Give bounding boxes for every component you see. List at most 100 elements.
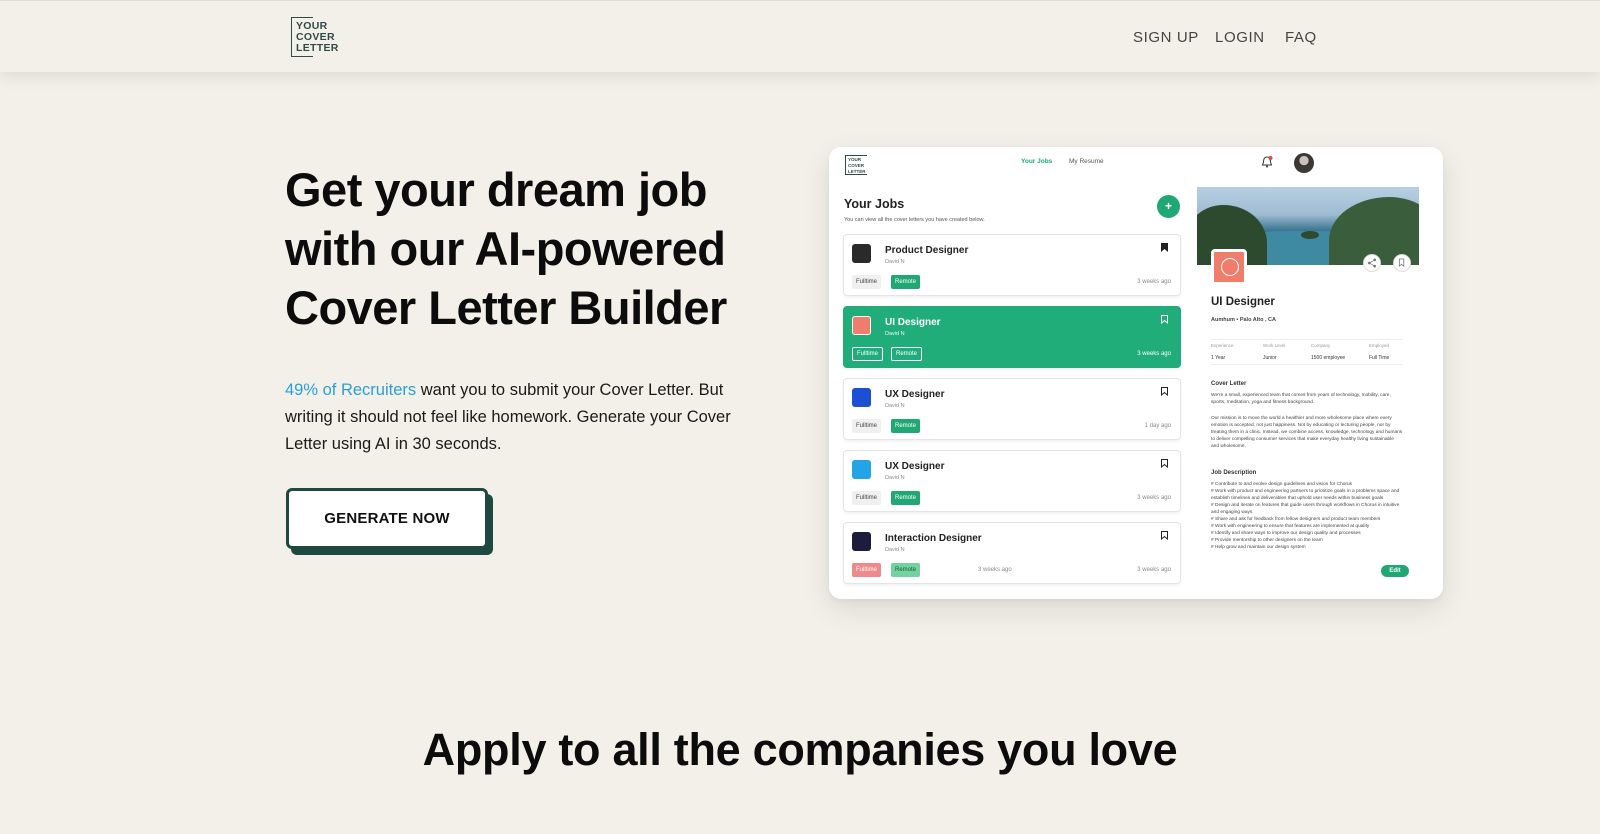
job-owner: David N — [885, 403, 905, 409]
tab-my-resume[interactable]: My Resume — [1069, 158, 1104, 166]
stat-label: Experience — [1211, 343, 1234, 348]
job-owner: David N — [885, 475, 905, 481]
job-time: 3 weeks ago — [1137, 495, 1171, 501]
stat-experience: Experience 1 Year — [1211, 343, 1234, 362]
nav-login-link[interactable]: LOGIN — [1215, 29, 1265, 47]
stat-label: Company — [1311, 343, 1331, 348]
mockup-logo-line-2: COVER — [848, 163, 865, 168]
job-title: UI Designer — [885, 317, 941, 328]
stat-employed: Employed Full Time — [1369, 343, 1389, 362]
job-card[interactable]: UX Designer David N Fulltime Remote 3 we… — [843, 450, 1181, 512]
job-description-line: # Help grow and maintain our design syst… — [1211, 545, 1306, 550]
job-title: Product Designer — [885, 245, 969, 256]
job-description-line: # Provide mentorship to other designers … — [1211, 538, 1323, 543]
your-jobs-heading: Your Jobs — [844, 197, 905, 211]
job-description-line: # Share and ask for feedback from fellow… — [1211, 517, 1381, 522]
job-description-line: # Identify and share ways to improve our… — [1211, 531, 1361, 536]
hero-title: Get your dream job with our AI-powered C… — [285, 163, 727, 334]
cover-letter-paragraph-1: We're a small, experienced team that com… — [1211, 393, 1391, 405]
stat-company: Company 1500 employee — [1311, 343, 1345, 362]
job-description-heading: Job Description — [1211, 470, 1257, 476]
bookmark-icon[interactable] — [1393, 254, 1411, 272]
tag-remote: Remote — [891, 419, 921, 433]
job-owner: David N — [885, 331, 905, 337]
stat-label: Employed — [1369, 343, 1390, 348]
mockup-logo-line-3: LETTER — [848, 169, 866, 174]
company-logo-icon — [1211, 249, 1247, 285]
banner-island — [1301, 231, 1319, 239]
section-title: Apply to all the companies you love — [422, 724, 1178, 775]
tag-remote: Remote — [891, 275, 921, 289]
your-jobs-subheading: You can view all the cover letters you h… — [844, 217, 985, 223]
add-job-button[interactable]: + — [1157, 195, 1180, 218]
share-icon[interactable] — [1363, 254, 1381, 272]
tag-remote: Remote — [891, 491, 921, 505]
generate-now-button[interactable]: GENERATE NOW — [286, 488, 488, 549]
edit-button[interactable]: Edit — [1381, 565, 1409, 577]
logo-line-2: COVER — [296, 31, 335, 43]
job-time-secondary: 3 weeks ago — [978, 567, 1012, 573]
job-time: 1 day ago — [1144, 423, 1171, 429]
nav-signup-label[interactable]: SIGN UP — [1133, 29, 1199, 46]
job-time: 3 weeks ago — [1137, 279, 1171, 285]
stat-work-level: Work Level Junior — [1263, 343, 1285, 362]
company-logo-icon — [852, 460, 871, 479]
tag-remote: Remote — [891, 347, 923, 361]
logo-line-3: LETTER — [296, 42, 339, 54]
stat-label: Work Level — [1263, 343, 1286, 348]
logo-line-1: YOUR — [296, 20, 328, 32]
job-time: 3 weeks ago — [1137, 567, 1171, 573]
company-logo-icon — [852, 532, 871, 551]
mockup-logo-line-1: YOUR — [848, 157, 862, 162]
job-title: UX Designer — [885, 389, 945, 400]
tab-your-jobs[interactable]: Your Jobs — [1021, 158, 1052, 166]
cover-letter-heading: Cover Letter — [1211, 381, 1247, 387]
job-owner: David N — [885, 547, 905, 553]
job-time: 3 weeks ago — [1137, 351, 1171, 357]
job-card[interactable]: Interaction Designer David N Fulltime Re… — [843, 522, 1181, 584]
recruiters-stat-link[interactable]: 49% of Recruiters — [285, 381, 416, 399]
job-description-line: # Work with product and engineering part… — [1211, 489, 1400, 501]
job-card[interactable]: UX Designer David N Fulltime Remote 1 da… — [843, 378, 1181, 440]
job-owner: David N — [885, 259, 905, 265]
job-description-line: # Contribute to and evolve design guidel… — [1211, 482, 1353, 487]
top-navigation-bar: YOUR COVER LETTER SIGN UP LOGIN FAQ — [0, 0, 1600, 72]
job-card[interactable]: Product Designer David N Fulltime Remote… — [843, 234, 1181, 296]
tag-fulltime: Fulltime — [852, 563, 882, 577]
bookmark-icon[interactable] — [1161, 243, 1168, 252]
detail-company: Aumhum — [1211, 317, 1235, 323]
job-detail-panel: UI Designer Aumhum • Palo Alto , CA Expe… — [1197, 187, 1419, 592]
job-card-selected[interactable]: UI Designer David N Fulltime Remote 3 we… — [843, 306, 1181, 368]
company-logo-icon — [852, 316, 871, 335]
tag-remote: Remote — [891, 563, 921, 577]
job-description-list: # Contribute to and evolve design guidel… — [1211, 481, 1403, 551]
bookmark-icon[interactable] — [1161, 531, 1168, 540]
hero-description: 49% of Recruiters want you to submit you… — [285, 377, 765, 458]
tag-fulltime: Fulltime — [852, 347, 884, 361]
tag-fulltime: Fulltime — [852, 491, 882, 505]
bookmark-icon[interactable] — [1161, 387, 1168, 396]
bookmark-icon[interactable] — [1161, 459, 1168, 468]
cover-letter-paragraph-2: Our mission is to move the world a healt… — [1211, 416, 1403, 449]
user-avatar[interactable] — [1294, 153, 1314, 173]
app-preview-mockup: YOUR COVER LETTER Your Jobs My Resume Yo… — [829, 147, 1443, 599]
bookmark-icon[interactable] — [1161, 315, 1168, 324]
notification-bell-icon[interactable] — [1260, 155, 1274, 169]
site-logo[interactable]: YOUR COVER LETTER — [291, 17, 339, 57]
job-title: UX Designer — [885, 461, 945, 472]
job-description-line: # Design and iterate on features that gu… — [1211, 503, 1400, 515]
nav-faq-link[interactable]: FAQ — [1285, 29, 1317, 47]
stat-value: 1 Year — [1211, 355, 1226, 361]
nav-faq-label[interactable]: FAQ — [1285, 29, 1317, 46]
nav-login-label[interactable]: LOGIN — [1215, 29, 1265, 46]
detail-company-location: Aumhum • Palo Alto , CA — [1211, 317, 1276, 323]
nav-signup-link[interactable]: SIGN UP — [1133, 29, 1199, 47]
mockup-logo: YOUR COVER LETTER — [845, 155, 867, 175]
stat-value: Junior — [1263, 355, 1277, 361]
company-logo-icon — [852, 244, 871, 263]
job-description-line: # Work with engineering to ensure that f… — [1211, 524, 1370, 529]
company-logo-icon — [852, 388, 871, 407]
stat-value: 1500 employee — [1311, 355, 1346, 361]
stat-value: Full Time — [1369, 355, 1390, 361]
job-title: Interaction Designer — [885, 533, 982, 544]
